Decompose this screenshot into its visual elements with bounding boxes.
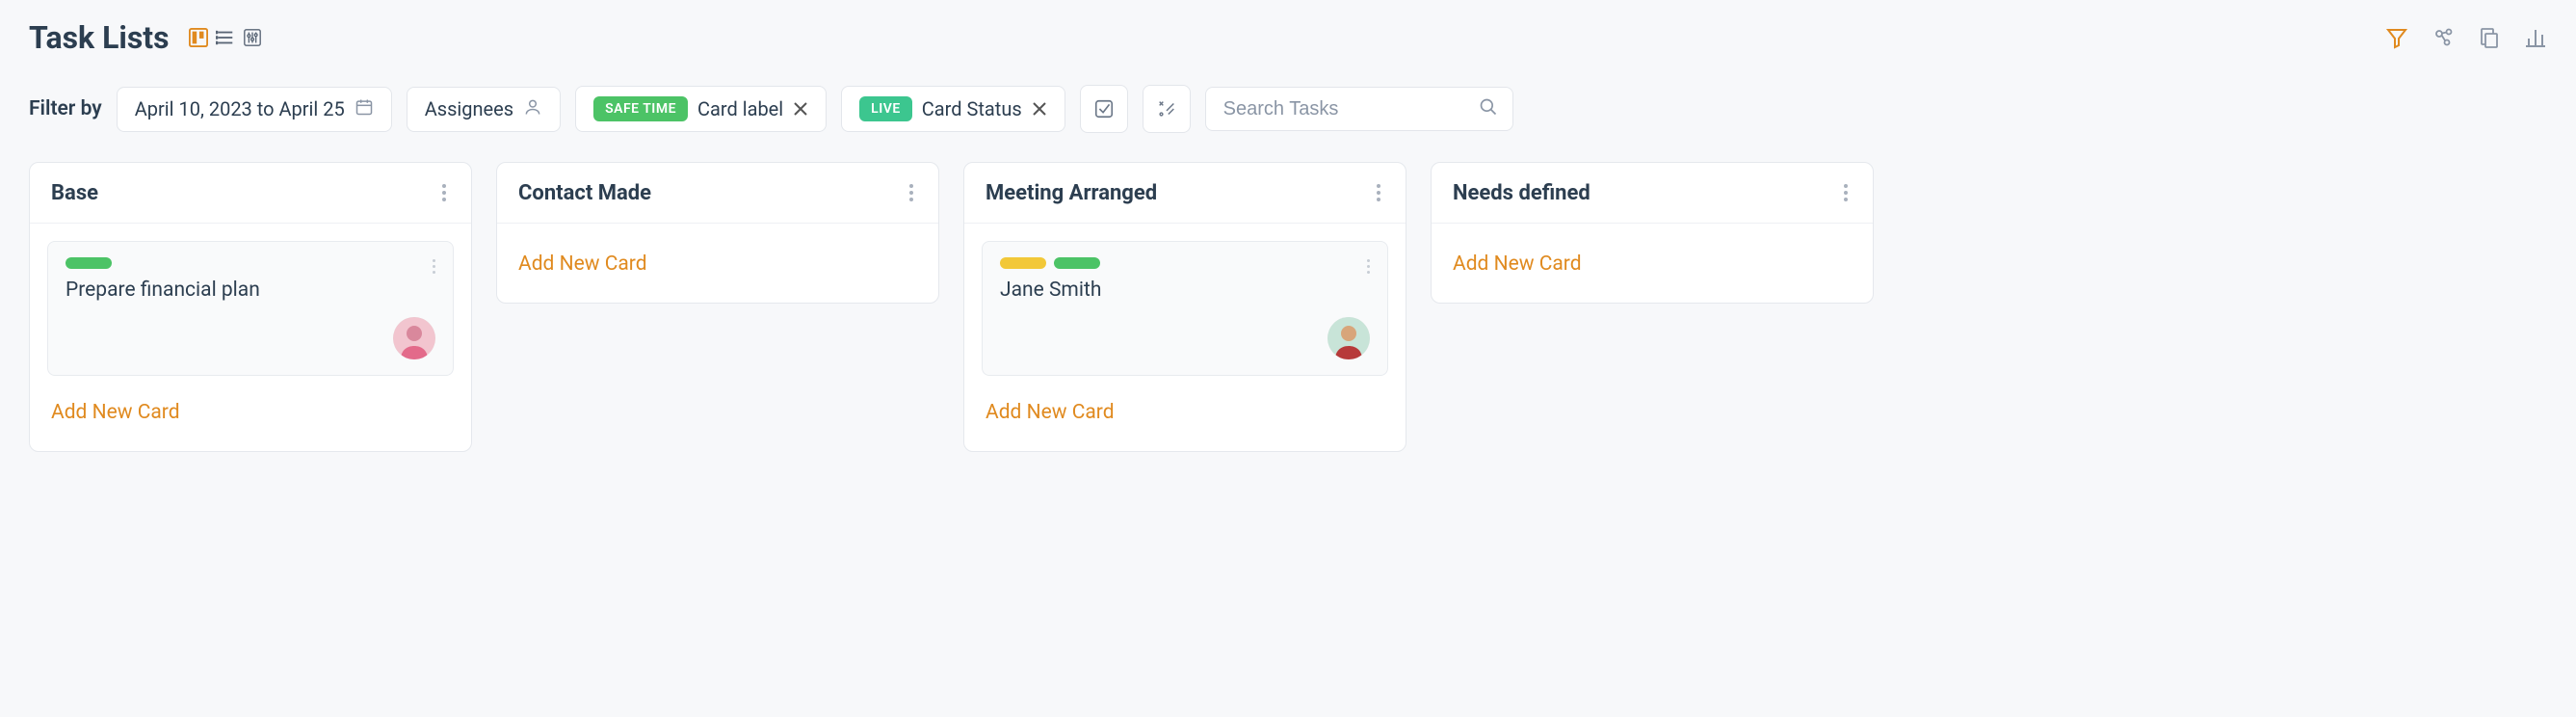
search-icon xyxy=(1479,97,1498,120)
column-contact-made: Contact Made Add New Card xyxy=(496,162,939,304)
safe-time-badge: SAFE TIME xyxy=(593,96,688,121)
card-label-text: Card label xyxy=(697,97,783,120)
page-title: Task Lists xyxy=(29,19,170,56)
column-menu-icon[interactable] xyxy=(1373,180,1384,205)
card-label-green xyxy=(66,257,112,269)
kanban-board: Base Prepare financial plan Add New Card xyxy=(29,162,2547,452)
person-icon xyxy=(523,97,542,121)
share-icon[interactable] xyxy=(2431,26,2455,49)
add-card-button[interactable]: Add New Card xyxy=(1449,241,1855,293)
column-menu-icon[interactable] xyxy=(1840,180,1852,205)
sparkle-button[interactable] xyxy=(1143,85,1191,133)
add-card-button[interactable]: Add New Card xyxy=(47,389,454,441)
card-title: Jane Smith xyxy=(1000,279,1370,302)
column-title: Needs defined xyxy=(1453,181,1590,205)
close-icon[interactable] xyxy=(1032,101,1047,117)
close-icon[interactable] xyxy=(793,101,808,117)
avatar[interactable] xyxy=(1327,317,1370,359)
card-label-green xyxy=(1054,257,1100,269)
column-needs-defined: Needs defined Add New Card xyxy=(1431,162,1874,304)
column-menu-icon[interactable] xyxy=(438,180,450,205)
card-label-filter[interactable]: SAFE TIME Card label xyxy=(575,86,827,132)
date-range-filter[interactable]: April 10, 2023 to April 25 xyxy=(117,87,392,132)
settings-view-icon[interactable] xyxy=(243,28,262,47)
date-range-text: April 10, 2023 to April 25 xyxy=(135,97,345,120)
card-status-filter[interactable]: LIVE Card Status xyxy=(841,86,1065,132)
search-input[interactable] xyxy=(1223,98,1479,120)
column-meeting-arranged: Meeting Arranged Jane Smith Add New Card xyxy=(963,162,1406,452)
task-card[interactable]: Prepare financial plan xyxy=(47,241,454,376)
column-base: Base Prepare financial plan Add New Card xyxy=(29,162,472,452)
checkbox-button[interactable] xyxy=(1080,85,1128,133)
card-label-yellow xyxy=(1000,257,1046,269)
add-card-button[interactable]: Add New Card xyxy=(514,241,921,293)
card-title: Prepare financial plan xyxy=(66,279,435,302)
column-title: Base xyxy=(51,181,98,205)
list-view-icon[interactable] xyxy=(216,28,235,47)
live-badge: LIVE xyxy=(859,96,912,121)
column-menu-icon[interactable] xyxy=(906,180,917,205)
board-view-icon[interactable] xyxy=(189,28,208,47)
column-title: Meeting Arranged xyxy=(986,181,1157,205)
assignees-text: Assignees xyxy=(425,97,513,120)
card-status-text: Card Status xyxy=(922,97,1022,120)
card-menu-icon[interactable] xyxy=(1363,255,1374,278)
chart-icon[interactable] xyxy=(2524,26,2547,49)
assignees-filter[interactable]: Assignees xyxy=(407,87,561,132)
filter-icon[interactable] xyxy=(2385,26,2408,49)
calendar-icon xyxy=(355,97,374,121)
view-switcher xyxy=(189,28,262,47)
column-title: Contact Made xyxy=(518,181,651,205)
card-menu-icon[interactable] xyxy=(429,255,439,278)
copy-icon[interactable] xyxy=(2478,26,2501,49)
task-card[interactable]: Jane Smith xyxy=(982,241,1388,376)
add-card-button[interactable]: Add New Card xyxy=(982,389,1388,441)
search-bar[interactable] xyxy=(1205,87,1513,131)
filter-by-label: Filter by xyxy=(29,97,102,120)
avatar[interactable] xyxy=(393,317,435,359)
